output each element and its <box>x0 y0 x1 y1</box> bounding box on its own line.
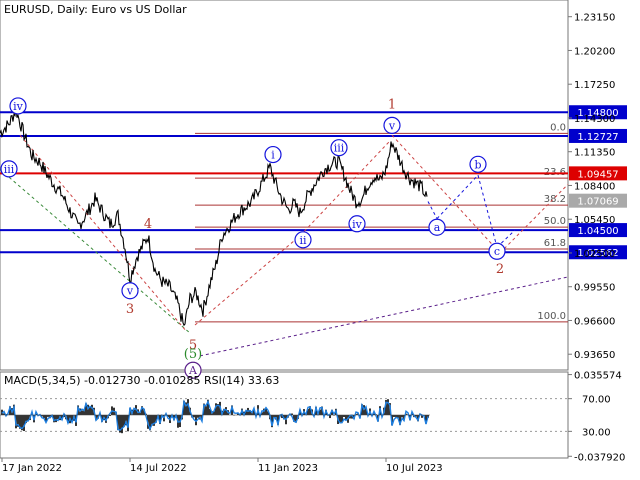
price-axis: 1.23150 1.20200 1.17250 1.14300 1.11350 1.084… <box>568 13 627 361</box>
forecast-blue-2 <box>436 174 479 219</box>
level-badge-label: 1.04500 <box>577 226 618 237</box>
wave-label: 4 <box>144 217 152 232</box>
indicator-title: MACD(5,34,5) -0.012730 -0.010285 RSI(14)… <box>4 374 280 387</box>
eurusd-chart[interactable]: 0.023.638.250.061.8100.0 1.148001.127271… <box>0 0 640 480</box>
level-badge-label: 1.12727 <box>577 132 618 143</box>
forecast-blue-3 <box>477 175 498 248</box>
fib-label: 100.0 <box>537 311 566 322</box>
indicator-tick-label: 70.00 <box>582 395 611 406</box>
forecast-blue-1 <box>427 201 438 219</box>
axis-tick-label: 1.02500 <box>574 249 615 260</box>
time-tick-label: 10 Jul 2023 <box>386 463 443 474</box>
wave-label: c <box>494 245 500 258</box>
axis-tick-label: 1.05450 <box>574 215 615 226</box>
wave-label: ii <box>299 234 307 247</box>
axis-tick-label: 1.20200 <box>574 46 615 57</box>
wave-label: (5) <box>184 347 202 362</box>
indicator-tick-label: -0.037920 <box>574 452 625 463</box>
wave-label: v <box>388 119 396 132</box>
current-price-label: 1.07069 <box>577 197 618 208</box>
wave-label: 2 <box>496 262 504 277</box>
axis-tick-label: 1.11350 <box>574 148 615 159</box>
axis-tick-label: 1.08400 <box>574 181 615 192</box>
wave-label: a <box>434 221 441 234</box>
wave-label: 3 <box>126 302 134 317</box>
axis-tick-label: 0.93650 <box>574 350 615 361</box>
forecast-red-1 <box>391 134 501 254</box>
wave-label: i <box>271 149 275 162</box>
time-tick-label: 14 Jul 2022 <box>130 463 187 474</box>
chart-canvas[interactable]: 0.023.638.250.061.8100.0 1.148001.127271… <box>0 0 640 480</box>
wave-label: b <box>474 158 481 171</box>
time-tick-label: 11 Jan 2023 <box>258 463 318 474</box>
fib-label: 61.8 <box>544 238 566 249</box>
axis-tick-label: 0.99550 <box>574 283 615 294</box>
fib-label: 38.2 <box>544 194 566 205</box>
axis-tick-label: 1.23150 <box>574 13 615 24</box>
wave-label: iv <box>13 100 24 113</box>
wave-label: iii <box>334 142 345 155</box>
price-line <box>0 107 428 327</box>
axis-tick-label: 1.17250 <box>574 80 615 91</box>
axis-tick-label: 0.96600 <box>574 316 615 327</box>
indicator-tick-label: 0.035574 <box>574 371 622 382</box>
wave-label: iv <box>352 218 363 231</box>
price-levels: 1.148001.127271.094571.045001.02562 <box>0 105 627 260</box>
fib-label: 50.0 <box>544 216 566 227</box>
wave-label: 1 <box>388 98 396 113</box>
price-series <box>0 107 428 327</box>
indicator-tick-label: 30.00 <box>582 427 611 438</box>
axis-tick-label: 1.14300 <box>574 114 615 125</box>
level-badge-label: 1.09457 <box>577 169 618 180</box>
time-tick-label: 17 Jan 2022 <box>2 463 62 474</box>
trend-line-purple <box>199 276 569 357</box>
wave-labels: iviii4v35(5)Aiiiiiiivv1abc2 <box>0 97 506 379</box>
fib-label: 0.0 <box>550 122 566 133</box>
chart-title: EURUSD, Daily: Euro vs US Dollar <box>4 3 187 16</box>
main-plot-frame <box>0 0 569 371</box>
trend-line-red <box>19 134 186 330</box>
time-axis: 17 Jan 2022 14 Jul 2022 11 Jan 2023 10 Jul … <box>1 458 443 474</box>
fibonacci-levels: 0.023.638.250.061.8100.0 <box>195 122 568 323</box>
wave-label: iii <box>4 163 15 176</box>
wave-label: v <box>126 285 134 298</box>
